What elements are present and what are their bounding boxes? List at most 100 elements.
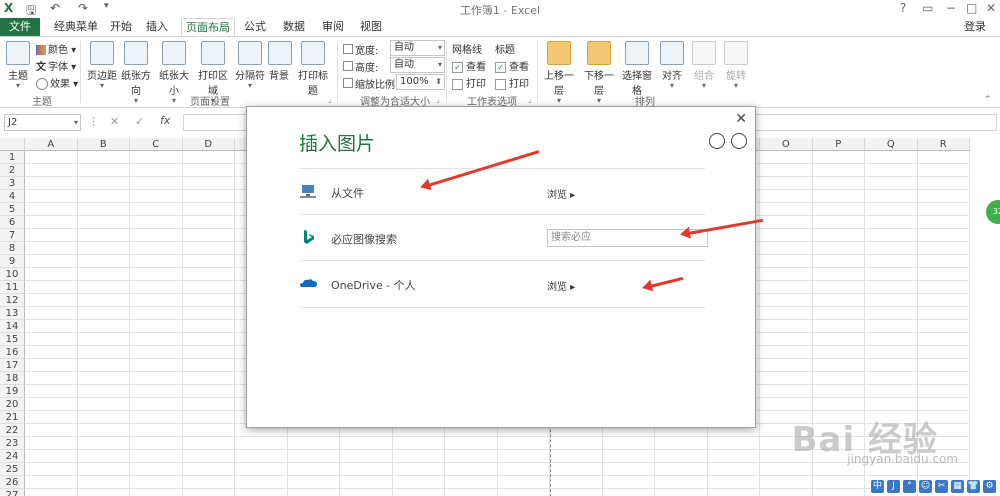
row-header[interactable]: 6 [0, 216, 25, 229]
effects-icon [36, 78, 48, 90]
column-header[interactable]: A [25, 138, 78, 151]
cancel-icon[interactable]: ✕ [110, 115, 119, 128]
row-header[interactable]: 25 [0, 463, 25, 476]
tab-review[interactable]: 审阅 [318, 18, 348, 36]
row-header[interactable]: 14 [0, 320, 25, 333]
insert-function-icon[interactable]: fx [160, 114, 170, 127]
group-button[interactable]: 组合 ▾ [690, 41, 718, 90]
scale-launcher-icon[interactable]: ⌟ [436, 95, 440, 104]
browse-onedrive-link[interactable]: 浏览 ▸ [547, 278, 575, 293]
row-header[interactable]: 20 [0, 398, 25, 411]
minimize-button[interactable]: − [946, 1, 956, 15]
row-header[interactable]: 5 [0, 203, 25, 216]
row-header[interactable]: 12 [0, 294, 25, 307]
tray-icon[interactable]: ☺ [919, 480, 932, 493]
row-header[interactable]: 2 [0, 164, 25, 177]
margins-button[interactable]: 页边距 ▾ [86, 41, 118, 90]
select-all-corner[interactable] [0, 138, 25, 151]
align-button[interactable]: 对齐 ▾ [658, 41, 686, 90]
sheet-options-launcher-icon[interactable]: ⌟ [528, 95, 532, 104]
colors-button[interactable]: 颜色 ▾ [36, 41, 76, 56]
background-button[interactable]: 背景 [268, 41, 292, 82]
effects-button[interactable]: 效果 ▾ [36, 75, 78, 90]
orientation-button[interactable]: 纸张方向 ▾ [118, 41, 154, 105]
column-header[interactable]: B [77, 138, 130, 151]
option-from-file[interactable]: 从文件 浏览 ▸ [299, 168, 705, 215]
enter-icon[interactable]: ✓ [135, 115, 144, 128]
page-setup-launcher-icon[interactable]: ⌟ [328, 95, 332, 104]
separator [446, 41, 447, 103]
ribbon: 主题 ▾ 颜色 ▾ 文字体 ▾ 效果 ▾ 主题 页边距 ▾ 纸张方向 ▾ 纸张大小 ▾… [0, 36, 1000, 108]
help-button[interactable]: ? [900, 1, 906, 15]
row-header[interactable]: 3 [0, 177, 25, 190]
row-header[interactable]: 18 [0, 372, 25, 385]
row-header[interactable]: 4 [0, 190, 25, 203]
tray-icon[interactable]: ✂ [935, 480, 948, 493]
tab-data[interactable]: 数据 [279, 18, 309, 36]
tray-icon[interactable]: ▦ [951, 480, 964, 493]
column-header[interactable]: C [130, 138, 183, 151]
row-header[interactable]: 17 [0, 359, 25, 372]
tray-icon[interactable]: ⚙ [983, 480, 996, 493]
bring-forward-button[interactable]: 上移一层 ▾ [540, 41, 578, 105]
fonts-button[interactable]: 文字体 ▾ [36, 58, 76, 73]
row-header[interactable]: 24 [0, 450, 25, 463]
dialog-close-icon[interactable]: ✕ [735, 111, 747, 127]
gridlines-view-checkbox[interactable]: ✓ 查看 [452, 58, 486, 73]
width-select[interactable]: 自动 ▾ [390, 40, 445, 56]
rotate-button[interactable]: 旋转 ▾ [722, 41, 750, 90]
selection-pane-button[interactable]: 选择窗格 [618, 41, 656, 97]
row-header[interactable]: 23 [0, 437, 25, 450]
scale-input[interactable]: 100% ⬍ [396, 74, 445, 90]
column-header[interactable]: D [182, 138, 235, 151]
close-button[interactable]: ✕ [986, 1, 996, 15]
smile-icon[interactable] [709, 133, 725, 149]
row-header[interactable]: 27 [0, 489, 25, 496]
row-header[interactable]: 9 [0, 255, 25, 268]
row-header[interactable]: 26 [0, 476, 25, 489]
tab-home[interactable]: 开始 [106, 18, 136, 36]
tray-icon[interactable]: 中 [871, 480, 884, 493]
row-header[interactable]: 1 [0, 151, 25, 164]
headings-view-checkbox[interactable]: ✓ 查看 [495, 58, 529, 73]
column-header[interactable]: P [812, 138, 865, 151]
tray-icon[interactable]: J [887, 480, 900, 493]
collapse-ribbon-icon[interactable]: ⌃ [984, 95, 992, 105]
row-header[interactable]: 19 [0, 385, 25, 398]
height-select[interactable]: 自动 ▾ [390, 57, 445, 73]
tray-icon[interactable]: ° [903, 480, 916, 493]
option-label: OneDrive - 个人 [331, 279, 416, 292]
tab-view[interactable]: 视图 [356, 18, 386, 36]
column-header[interactable]: R [917, 138, 970, 151]
row-header[interactable]: 7 [0, 229, 25, 242]
ribbon-display-button[interactable]: ▭ [922, 1, 933, 15]
send-backward-button[interactable]: 下移一层 ▾ [580, 41, 618, 105]
row-header[interactable]: 13 [0, 307, 25, 320]
height-icon [343, 61, 353, 71]
row-header[interactable]: 15 [0, 333, 25, 346]
themes-button[interactable]: 主题 ▾ [6, 41, 30, 90]
maximize-button[interactable]: □ [966, 1, 977, 15]
tab-insert[interactable]: 插入 [142, 18, 172, 36]
row-header[interactable]: 11 [0, 281, 25, 294]
column-header[interactable]: O [760, 138, 813, 151]
login-link[interactable]: 登录 [964, 18, 986, 36]
headings-print-checkbox[interactable]: 打印 [495, 75, 529, 90]
tab-page-layout[interactable]: 页面布局 [181, 18, 235, 37]
row-header[interactable]: 16 [0, 346, 25, 359]
browse-file-link[interactable]: 浏览 ▸ [547, 186, 575, 201]
breaks-button[interactable]: 分隔符 ▾ [234, 41, 266, 90]
row-header[interactable]: 21 [0, 411, 25, 424]
column-header[interactable]: Q [865, 138, 918, 151]
tab-formulas[interactable]: 公式 [240, 18, 270, 36]
name-box[interactable]: J2 ▾ [4, 114, 81, 131]
print-titles-button[interactable]: 打印标题 [294, 41, 332, 97]
frown-icon[interactable] [731, 133, 747, 149]
row-header[interactable]: 10 [0, 268, 25, 281]
tray-icon[interactable]: 👕 [967, 480, 980, 493]
row-header[interactable]: 22 [0, 424, 25, 437]
gridlines-print-checkbox[interactable]: 打印 [452, 75, 486, 90]
row-header[interactable]: 8 [0, 242, 25, 255]
tab-classic-menu[interactable]: 经典菜单 [48, 18, 104, 36]
tab-file[interactable]: 文件 [0, 18, 40, 36]
